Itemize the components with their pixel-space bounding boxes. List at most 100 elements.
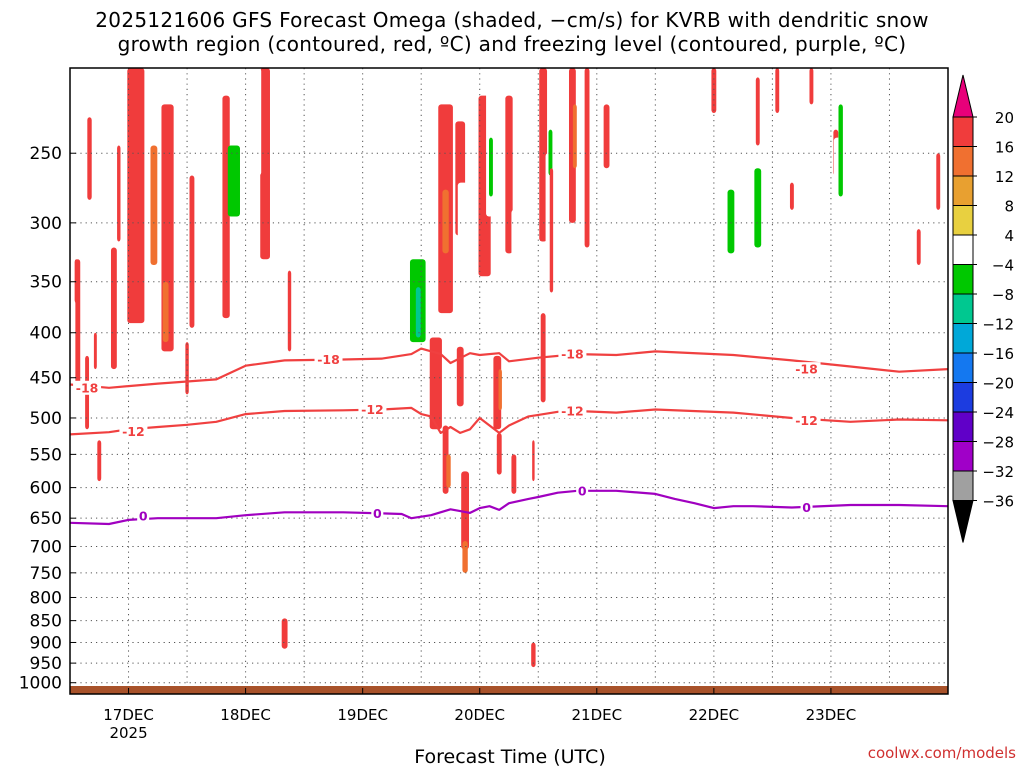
- omega-shade-5: [93, 332, 97, 370]
- colorbar-bin-10: [952, 411, 974, 442]
- omega-shade-26: [384, 229, 390, 288]
- omega-shade-32: [442, 189, 449, 254]
- omega-shade-70: [775, 68, 780, 113]
- omega-shade-17: [254, 68, 262, 176]
- colorbar-label-4: 4: [1004, 227, 1014, 245]
- colorbar-label-1: 16: [995, 139, 1014, 157]
- contour-label-2: -18: [561, 347, 584, 362]
- x-tick-label-19DEC: 19DEC: [337, 706, 388, 724]
- omega-shade-9: [127, 68, 135, 190]
- contour-label-9: 0: [373, 506, 382, 521]
- omega-shade-71: [755, 77, 760, 146]
- colorbar-label-12: −32: [982, 463, 1014, 481]
- omega-shade-42: [446, 454, 451, 488]
- x-year-label: 2025: [109, 724, 147, 742]
- omega-shade-72: [789, 182, 794, 210]
- omega-shade-0: [87, 117, 92, 200]
- x-axis: 17DEC 18DEC 19DEC 20DEC 21DEC 22DEC 23DEC 2025: [103, 688, 856, 742]
- omega-shade-37: [489, 137, 493, 197]
- colorbar-bin-8: [952, 352, 974, 383]
- colorbar-label-8: −16: [982, 345, 1014, 363]
- omega-shade-13: [189, 175, 195, 328]
- contour-label-11: 0: [802, 500, 811, 515]
- contour-label-10: 0: [578, 483, 587, 498]
- omega-shade-48: [498, 369, 502, 411]
- y-tick-label-450: 450: [30, 369, 62, 389]
- y-tick-label-850: 850: [30, 612, 62, 632]
- omega-shade-64: [683, 216, 687, 298]
- colorbar-label-0: 20: [995, 109, 1014, 127]
- colorbar-bin-9: [952, 382, 974, 413]
- omega-shade-19: [290, 398, 294, 444]
- omega-shade-69: [754, 168, 762, 248]
- omega-shade-16: [260, 68, 270, 260]
- omega-shade-11: [150, 145, 158, 266]
- x-tick-label-21DEC: 21DEC: [572, 706, 623, 724]
- omega-shade-79: [711, 68, 717, 113]
- omega-shade-6: [110, 247, 117, 370]
- x-tick-label-18DEC: 18DEC: [220, 706, 271, 724]
- omega-shade-67: [727, 189, 735, 254]
- omega-shade-60: [532, 440, 535, 482]
- y-tick-label-300: 300: [30, 214, 62, 234]
- omega-shade-7: [117, 145, 121, 242]
- contour-label-5: -12: [361, 402, 384, 417]
- omega-shade-76: [864, 68, 871, 271]
- colorbar-label-2: 12: [995, 168, 1014, 186]
- colorbar-bin-6: [952, 293, 974, 324]
- omega-shade-30: [415, 287, 421, 338]
- colorbar-label-6: −8: [992, 286, 1014, 304]
- omega-shade-57: [584, 68, 590, 248]
- colorbar-bin-1: [952, 146, 974, 177]
- omega-shade-34: [457, 182, 468, 303]
- colorbar-bin-4: [952, 234, 974, 265]
- x-tick-label-20DEC: 20DEC: [454, 706, 505, 724]
- y-tick-label-750: 750: [30, 564, 62, 584]
- colorbar-top-arrow: [952, 74, 974, 118]
- omega-shade-23: [227, 145, 240, 217]
- y-tick-label-1000: 1000: [19, 674, 62, 694]
- y-tick-label-250: 250: [30, 144, 62, 164]
- omega-shade-54: [549, 168, 554, 293]
- omega-shade-43: [461, 471, 470, 550]
- y-tick-label-700: 700: [30, 537, 62, 557]
- contour-label-4: -12: [122, 424, 145, 439]
- y-tick-label-800: 800: [30, 588, 62, 608]
- omega-shade-77: [916, 229, 921, 266]
- x-tick-label-17DEC: 17DEC: [103, 706, 154, 724]
- omega-shade-25: [363, 68, 372, 190]
- colorbar-label-5: −4: [992, 257, 1014, 275]
- y-tick-label-900: 900: [30, 633, 62, 653]
- colorbar-bin-0: [952, 116, 974, 147]
- colorbar-label-3: 8: [1004, 198, 1014, 216]
- omega-shade-65: [701, 112, 707, 242]
- colorbar-label-11: −28: [982, 434, 1014, 452]
- colorbar-bin-2: [952, 175, 974, 206]
- colorbar: 20 16 12 8 4 −4 −8 −12 −16 −20 −24 −28 −32 −36: [952, 74, 1014, 543]
- colorbar-label-9: −20: [982, 375, 1014, 393]
- colorbar-bin-7: [952, 323, 974, 354]
- colorbar-bin-5: [952, 264, 974, 295]
- colorbar-bin-3: [952, 205, 974, 236]
- colorbar-bin-12: [952, 470, 974, 501]
- contour-label-3: -18: [795, 362, 818, 377]
- contour-label-7: -12: [795, 413, 818, 428]
- y-tick-label-550: 550: [30, 445, 62, 465]
- omega-shade-22: [294, 636, 300, 666]
- contour-label-0: -18: [76, 380, 99, 395]
- omega-shade-3: [97, 440, 102, 482]
- site-credit: coolwx.com/models: [867, 744, 1016, 762]
- y-tick-label-600: 600: [30, 479, 62, 499]
- y-tick-label-500: 500: [30, 409, 62, 429]
- ground-band: [70, 686, 948, 694]
- omega-shade-75: [838, 104, 843, 197]
- omega-chart: -18 -18 -18 -18 -12 -12 -12 -12 0 0 0 0 250 300 350 40…: [19, 67, 1014, 742]
- x-tick-label-23DEC: 23DEC: [806, 706, 857, 724]
- x-tick-label-22DEC: 22DEC: [689, 706, 740, 724]
- colorbar-label-7: −12: [982, 316, 1014, 334]
- omega-shade-44: [462, 540, 468, 573]
- omega-shade-21: [281, 618, 288, 649]
- colorbar-bottom-arrow: [952, 500, 974, 543]
- y-tick-label-400: 400: [30, 324, 62, 344]
- colorbar-label-10: −24: [982, 404, 1014, 422]
